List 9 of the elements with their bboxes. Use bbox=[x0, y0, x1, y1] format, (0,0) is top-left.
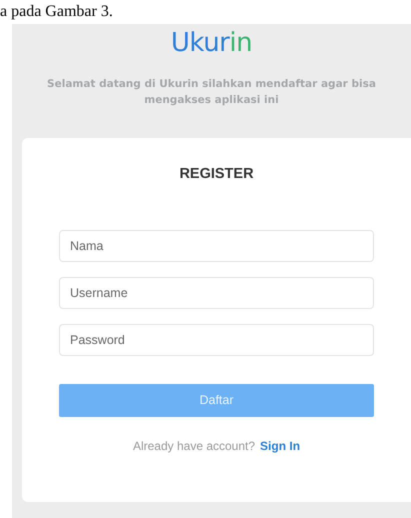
sign-in-link[interactable]: Sign In bbox=[260, 436, 300, 455]
document-text: a pada Gambar 3. bbox=[0, 3, 113, 21]
logo: Ukurin bbox=[170, 27, 252, 60]
welcome-text: Selamat datang di Ukurin silahkan mendaftar agar bisa mengakses aplikasi ini bbox=[46, 77, 377, 108]
input-field[interactable]: Nama bbox=[59, 230, 374, 262]
form-title: REGISTER bbox=[179, 165, 254, 184]
input-field[interactable]: Username bbox=[59, 276, 374, 309]
input-field[interactable]: Password bbox=[59, 324, 374, 356]
account-prompt: Already have account? bbox=[132, 438, 256, 455]
